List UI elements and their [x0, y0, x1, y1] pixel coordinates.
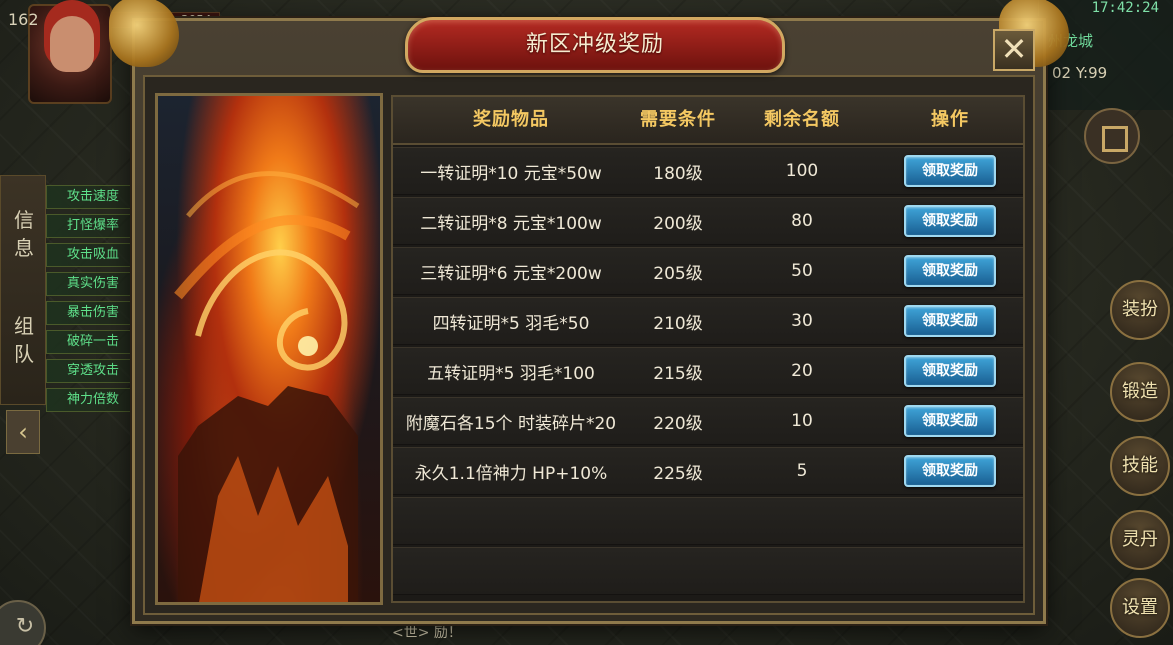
required-level: 180级	[653, 163, 703, 184]
chat-preview[interactable]: <世> 励！	[392, 622, 462, 642]
stat-item: 真实伤害	[46, 272, 136, 296]
empty-table-row	[393, 547, 1023, 595]
claim-reward-button[interactable]: 领取奖励	[904, 205, 996, 237]
action-cell: 领取奖励	[877, 155, 1023, 187]
settings-button[interactable]: 设置	[1110, 578, 1170, 638]
column-header-action: 操作	[931, 109, 969, 130]
side-tab-panel: 信息 组队	[0, 175, 46, 405]
table-row: 永久1.1倍神力 HP+10% 225级 5 领取奖励	[393, 447, 1023, 495]
action-cell: 领取奖励	[877, 205, 1023, 237]
reward-item: 五转证明*5 羽毛*100	[427, 363, 595, 384]
required-level: 215级	[653, 363, 703, 384]
reward-table: 奖励物品 需要条件 剩余名额 操作 一转证明*10 元宝*50w 180级 10…	[391, 95, 1025, 603]
required-level: 200级	[653, 213, 703, 234]
stat-item: 神力倍数	[46, 388, 136, 412]
reward-item: 二转证明*8 元宝*100w	[420, 213, 602, 234]
reward-item: 四转证明*5 羽毛*50	[432, 313, 590, 334]
dress-button[interactable]: 装扮	[1110, 280, 1170, 340]
stat-item: 穿透攻击	[46, 359, 136, 383]
map-icon[interactable]	[1084, 108, 1140, 164]
clock: 17:42:24	[1091, 0, 1159, 16]
action-cell: 领取奖励	[877, 355, 1023, 387]
table-row: 二转证明*8 元宝*100w 200级 80 领取奖励	[393, 197, 1023, 245]
claim-reward-button[interactable]: 领取奖励	[904, 355, 996, 387]
tab-team[interactable]: 组队	[9, 312, 39, 368]
remaining-count: 10	[791, 411, 813, 431]
player-avatar[interactable]	[28, 4, 112, 104]
action-cell: 领取奖励	[877, 305, 1023, 337]
close-icon[interactable]: ✕	[993, 29, 1035, 71]
table-row: 一转证明*10 元宝*50w 180级 100 领取奖励	[393, 147, 1023, 195]
skill-button[interactable]: 技能	[1110, 436, 1170, 496]
chevron-left-icon[interactable]: ‹	[6, 410, 40, 454]
column-header-condition: 需要条件	[640, 109, 716, 130]
action-cell: 领取奖励	[877, 405, 1023, 437]
empty-table-row	[393, 497, 1023, 545]
dragon-ornament-icon	[109, 0, 179, 67]
column-header-item: 奖励物品	[473, 109, 549, 130]
table-row: 附魔石各15个 时装碎片*20 220级 10 领取奖励	[393, 397, 1023, 445]
action-cell: 领取奖励	[877, 255, 1023, 287]
forge-button[interactable]: 锻造	[1110, 362, 1170, 422]
table-row: 五转证明*5 羽毛*100 215级 20 领取奖励	[393, 347, 1023, 395]
reward-item: 一转证明*10 元宝*50w	[420, 163, 602, 184]
required-level: 220级	[653, 413, 703, 434]
stat-item: 破碎一击	[46, 330, 136, 354]
stat-item: 暴击伤害	[46, 301, 136, 325]
elixir-button[interactable]: 灵丹	[1110, 510, 1170, 570]
required-level: 210级	[653, 313, 703, 334]
reward-item: 附魔石各15个 时装碎片*20	[405, 413, 617, 434]
stat-item: 打怪爆率	[46, 214, 136, 238]
table-row: 四转证明*5 羽毛*50 210级 30 领取奖励	[393, 297, 1023, 345]
required-level: 205级	[653, 263, 703, 284]
required-level: 225级	[653, 463, 703, 484]
table-row: 三转证明*6 元宝*200w 205级 50 领取奖励	[393, 247, 1023, 295]
remaining-count: 100	[785, 161, 819, 181]
claim-reward-button[interactable]: 领取奖励	[904, 255, 996, 287]
player-level: 162	[8, 10, 39, 29]
dialog-title-plate: 新区冲级奖励	[405, 17, 785, 73]
dialog-title: 新区冲级奖励	[525, 32, 664, 57]
stat-list: 攻击速度 打怪爆率 攻击吸血 真实伤害 暴击伤害 破碎一击 穿透攻击 神力倍数	[46, 185, 136, 417]
remaining-count: 80	[791, 211, 813, 231]
reward-item: 三转证明*6 元宝*200w	[420, 263, 602, 284]
artwork-illustration	[174, 171, 360, 602]
remaining-count: 5	[796, 461, 808, 481]
column-header-remaining: 剩余名额	[764, 109, 840, 130]
stat-item: 攻击吸血	[46, 243, 136, 267]
tab-info[interactable]: 信息	[9, 206, 39, 262]
stat-item: 攻击速度	[46, 185, 136, 209]
remaining-count: 30	[791, 311, 813, 331]
level-reward-dialog: 新区冲级奖励 ✕ 奖励物品 需要条件 剩余名额 操作 一转证明*10 元宝*50…	[109, 0, 1069, 624]
map-coordinates: 02 Y:99	[1052, 64, 1108, 82]
table-header: 奖励物品 需要条件 剩余名额 操作	[393, 97, 1023, 145]
remaining-count: 50	[791, 261, 813, 281]
claim-reward-button[interactable]: 领取奖励	[904, 455, 996, 487]
claim-reward-button[interactable]: 领取奖励	[904, 405, 996, 437]
claim-reward-button[interactable]: 领取奖励	[904, 305, 996, 337]
remaining-count: 20	[791, 361, 813, 381]
fire-dragon-artwork	[155, 93, 383, 605]
action-cell: 领取奖励	[877, 455, 1023, 487]
claim-reward-button[interactable]: 领取奖励	[904, 155, 996, 187]
reward-item: 永久1.1倍神力 HP+10%	[414, 463, 608, 484]
